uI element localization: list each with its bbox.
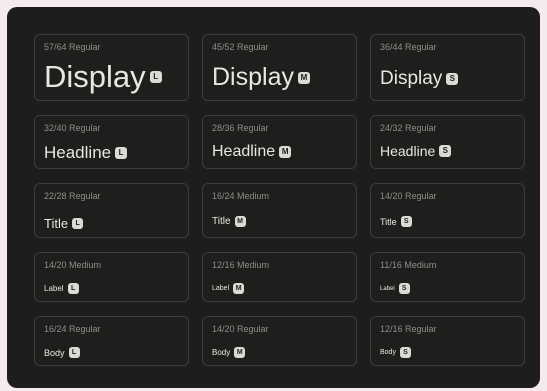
type-scale-panel: 57/64 Regular Display L 45/52 Regular Di… xyxy=(7,7,540,388)
type-card-headline-large: 32/40 Regular Headline L xyxy=(34,115,189,169)
type-spec: 12/16 Medium xyxy=(212,260,270,270)
type-sample-label: Title xyxy=(44,216,69,231)
type-sample: Title S xyxy=(380,216,412,227)
type-spec: 14/20 Regular xyxy=(212,324,269,334)
size-badge: S xyxy=(400,216,412,227)
type-sample: Display S xyxy=(380,68,459,90)
type-sample-label: Title xyxy=(380,216,397,227)
type-sample: Headline L xyxy=(44,143,128,163)
type-sample: Title L xyxy=(44,216,84,231)
size-badge: M xyxy=(297,71,310,84)
type-spec: 14/20 Regular xyxy=(380,191,437,201)
type-card-title-large: 22/28 Regular Title L xyxy=(34,183,189,238)
type-spec: 14/20 Medium xyxy=(44,260,102,270)
type-sample-label: Body xyxy=(212,348,231,357)
type-sample: Label S xyxy=(380,283,410,294)
size-badge: L xyxy=(68,347,80,358)
size-badge: S xyxy=(439,145,452,157)
type-card-display-large: 57/64 Regular Display L xyxy=(34,34,189,101)
type-sample: Body M xyxy=(212,347,246,358)
type-card-display-medium: 45/52 Regular Display M xyxy=(202,34,357,101)
type-sample: Label M xyxy=(212,283,245,294)
size-badge: S xyxy=(446,73,459,85)
type-sample-label: Label xyxy=(44,284,64,293)
size-badge: L xyxy=(149,71,162,83)
type-sample: Body S xyxy=(380,347,411,358)
size-badge: M xyxy=(234,347,246,358)
type-card-body-medium: 14/20 Regular Body M xyxy=(202,316,357,366)
type-card-display-small: 36/44 Regular Display S xyxy=(370,34,525,101)
type-spec: 16/24 Regular xyxy=(44,324,101,334)
size-badge: M xyxy=(234,216,246,227)
type-spec: 11/16 Medium xyxy=(380,260,437,270)
type-card-headline-small: 24/32 Regular Headline S xyxy=(370,115,525,169)
type-sample: Display L xyxy=(44,59,162,95)
size-badge: S xyxy=(399,347,411,358)
type-sample: Label L xyxy=(44,283,79,294)
type-spec: 45/52 Regular xyxy=(212,42,269,52)
type-card-title-medium: 16/24 Medium Title M xyxy=(202,183,357,238)
type-card-body-large: 16/24 Regular Body L xyxy=(34,316,189,366)
type-card-headline-medium: 28/36 Regular Headline M xyxy=(202,115,357,169)
type-sample: Headline M xyxy=(212,143,292,161)
type-sample: Body L xyxy=(44,347,80,358)
type-sample-label: Headline xyxy=(212,143,276,160)
type-sample-label: Body xyxy=(44,347,65,358)
type-spec: 36/44 Regular xyxy=(380,42,437,52)
type-sample-label: Label xyxy=(212,285,230,292)
type-sample-label: Label xyxy=(380,285,395,292)
type-spec: 57/64 Regular xyxy=(44,42,101,52)
type-spec: 24/32 Regular xyxy=(380,123,437,133)
type-sample-label: Display xyxy=(44,59,146,94)
type-sample: Display M xyxy=(212,63,310,92)
type-spec: 22/28 Regular xyxy=(44,191,101,201)
size-badge: L xyxy=(72,218,84,229)
size-badge: L xyxy=(115,147,128,159)
type-card-label-small: 11/16 Medium Label S xyxy=(370,252,525,302)
type-spec: 12/16 Regular xyxy=(380,324,437,334)
type-sample-label: Title xyxy=(212,216,231,227)
type-sample-label: Body xyxy=(380,349,396,356)
type-sample-label: Headline xyxy=(380,143,436,159)
type-sample-label: Headline xyxy=(44,143,112,162)
size-badge: M xyxy=(233,283,245,294)
type-card-body-small: 12/16 Regular Body S xyxy=(370,316,525,366)
size-badge: L xyxy=(67,283,79,294)
type-card-title-small: 14/20 Regular Title S xyxy=(370,183,525,238)
type-card-label-large: 14/20 Medium Label L xyxy=(34,252,189,302)
type-sample-label: Display xyxy=(212,63,294,91)
type-sample-label: Display xyxy=(380,68,443,89)
size-badge: S xyxy=(398,283,410,294)
type-sample: Headline S xyxy=(380,143,452,159)
type-sample: Title M xyxy=(212,216,246,227)
type-spec: 28/36 Regular xyxy=(212,123,269,133)
size-badge: M xyxy=(279,146,292,158)
type-card-label-medium: 12/16 Medium Label M xyxy=(202,252,357,302)
type-spec: 32/40 Regular xyxy=(44,123,101,133)
type-spec: 16/24 Medium xyxy=(212,191,270,201)
